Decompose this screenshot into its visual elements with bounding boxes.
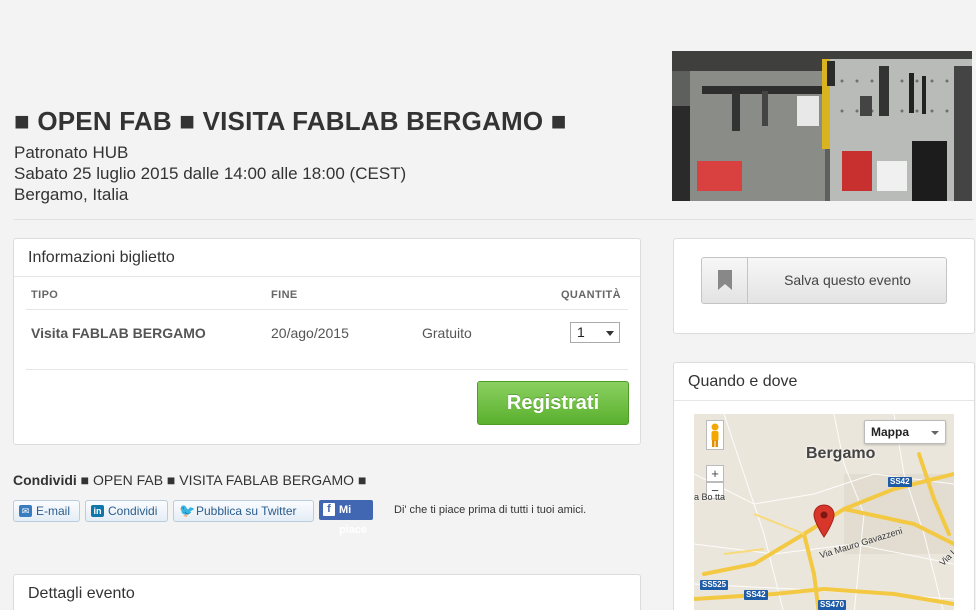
table-row: Visita FABLAB BERGAMO 20/ago/2015 Gratui… xyxy=(26,310,628,356)
email-share-button[interactable]: ✉ E-mail xyxy=(13,500,80,522)
save-event-button[interactable]: Salva questo evento xyxy=(701,257,947,304)
bookmark-icon xyxy=(718,270,732,290)
event-datetime: Sabato 25 luglio 2015 dalle 14:00 alle 1… xyxy=(14,164,407,183)
ticket-end-date: 20/ago/2015 xyxy=(271,325,349,341)
road-shield: SS525 xyxy=(700,580,729,590)
facebook-icon: f xyxy=(323,503,335,516)
where-panel: Quando e dove + − Mappa Bergamo a Bo tta… xyxy=(673,362,975,610)
map-city-label: Bergamo xyxy=(806,445,876,462)
save-event-label: Salva questo evento xyxy=(784,272,911,288)
twitter-share-label: Pubblica su Twitter xyxy=(196,504,297,518)
details-panel-title: Dettagli evento xyxy=(28,585,135,602)
road-shield: SS42 xyxy=(744,590,768,600)
twitter-share-button[interactable]: 🐦 Pubblica su Twitter xyxy=(173,500,314,522)
road-shield: SS470 xyxy=(818,600,847,610)
event-image xyxy=(672,51,972,201)
where-panel-title: Quando e dove xyxy=(674,363,974,401)
header-end: FINE xyxy=(271,289,298,301)
email-share-label: E-mail xyxy=(36,504,71,518)
street-view-pegman[interactable] xyxy=(706,420,724,450)
facebook-like-text: Di' che ti piace prima di tutti i tuoi a… xyxy=(394,504,587,516)
event-organizer[interactable]: Patronato HUB xyxy=(14,142,654,163)
linkedin-share-button[interactable]: in Condividi xyxy=(85,500,168,522)
quantity-value: 1 xyxy=(577,324,585,340)
road-shield: SS42 xyxy=(888,477,912,487)
ticket-panel: Informazioni biglietto TIPO FINE QUANTIT… xyxy=(13,238,641,445)
chevron-down-icon xyxy=(931,431,939,435)
email-icon: ✉ xyxy=(19,505,32,517)
share-prefix: Condividi xyxy=(13,472,77,488)
save-panel: Salva questo evento xyxy=(673,238,975,334)
event-location: Bergamo, Italia xyxy=(14,185,129,204)
workshop-photo xyxy=(672,51,972,201)
header-quantity: QUANTITÀ xyxy=(560,289,621,301)
event-meta: Patronato HUB Sabato 25 luglio 2015 dall… xyxy=(14,142,654,205)
map-pin-icon[interactable] xyxy=(813,504,835,538)
quantity-select[interactable]: 1 xyxy=(570,322,620,343)
ticket-table-header: TIPO FINE QUANTITÀ xyxy=(26,277,628,310)
header-type: TIPO xyxy=(31,289,59,301)
zoom-in-button[interactable]: + xyxy=(706,465,724,482)
ticket-type: Visita FABLAB BERGAMO xyxy=(31,325,206,341)
share-line: Condividi ■ OPEN FAB ■ VISITA FABLAB BER… xyxy=(13,472,366,488)
twitter-icon: 🐦 xyxy=(179,503,196,518)
linkedin-icon: in xyxy=(91,505,104,517)
ticket-table: TIPO FINE QUANTITÀ Visita FABLAB BERGAMO… xyxy=(26,277,628,356)
details-panel: Dettagli evento xyxy=(13,574,641,610)
facebook-like-button[interactable]: f Mi piace xyxy=(319,500,374,536)
share-text: ■ OPEN FAB ■ VISITA FABLAB BERGAMO ■ xyxy=(76,472,367,488)
pegman-icon xyxy=(711,423,719,447)
ticket-divider xyxy=(26,369,628,370)
map-type-label: Mappa xyxy=(871,425,910,439)
linkedin-share-label: Condividi xyxy=(108,504,158,518)
map-type-select[interactable]: Mappa xyxy=(864,420,946,444)
facebook-like-label: Mi piace xyxy=(339,504,368,536)
event-header: ■ OPEN FAB ■ VISITA FABLAB BERGAMO ■ Pat… xyxy=(14,104,654,205)
event-title: ■ OPEN FAB ■ VISITA FABLAB BERGAMO ■ xyxy=(14,106,567,136)
event-map[interactable]: + − Mappa Bergamo a Bo tta Via Mauro Gav… xyxy=(694,414,954,610)
ticket-price: Gratuito xyxy=(422,325,472,341)
chevron-down-icon xyxy=(606,331,614,336)
map-label-left: a Bo tta xyxy=(694,492,726,502)
header-divider xyxy=(14,219,974,220)
ticket-panel-title: Informazioni biglietto xyxy=(14,239,640,277)
register-button[interactable]: Registrati xyxy=(477,381,629,425)
